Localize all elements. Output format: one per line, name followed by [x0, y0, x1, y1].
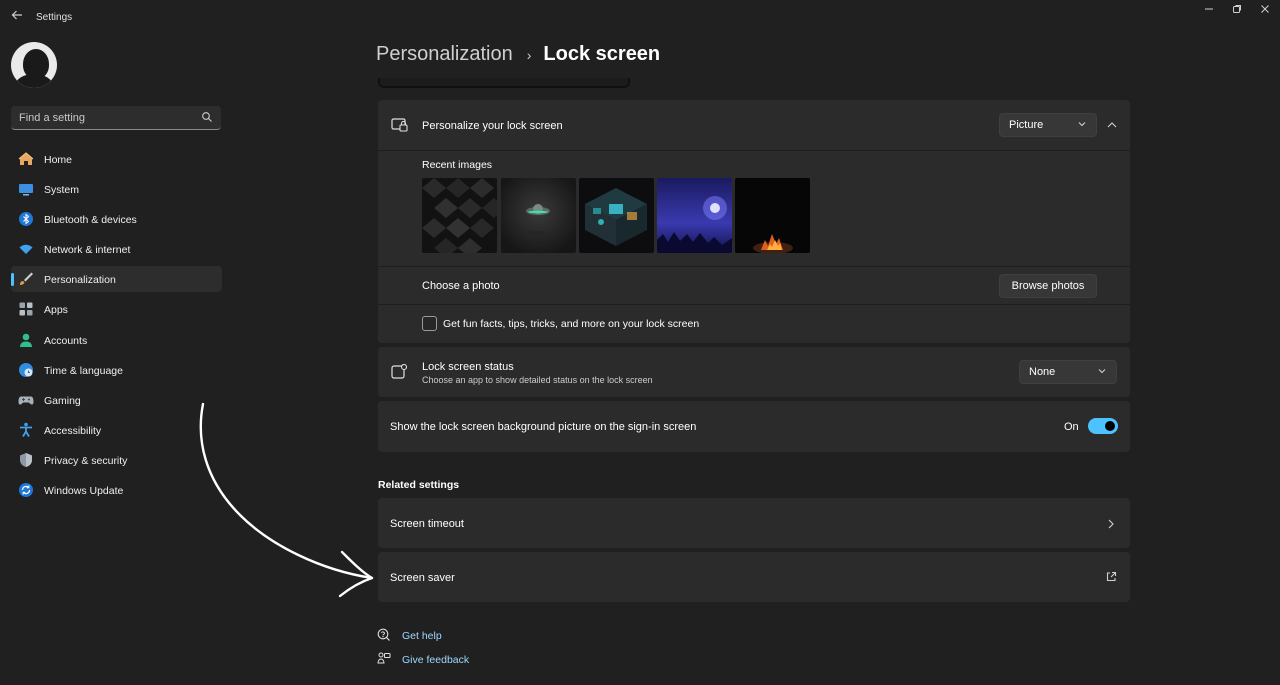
external-link-icon — [1106, 571, 1117, 582]
lock-screen-status-subtitle: Choose an app to show detailed status on… — [422, 375, 653, 385]
feedback-icon — [377, 652, 391, 664]
avatar[interactable] — [11, 42, 57, 88]
recent-images-label: Recent images — [422, 159, 493, 171]
sidebar-item-windows-update[interactable]: Windows Update — [11, 477, 222, 503]
monitor-icon — [19, 184, 33, 196]
signin-background-toggle[interactable] — [1088, 418, 1118, 434]
sidebar-item-time-language[interactable]: Time & language — [11, 357, 222, 383]
globe-clock-icon — [19, 362, 33, 377]
search-input[interactable] — [11, 106, 191, 129]
restore-icon[interactable] — [1230, 4, 1244, 18]
screen-saver-card[interactable] — [378, 552, 1130, 602]
sidebar-item-label: Bluetooth & devices — [44, 214, 137, 227]
dropdown-value: None — [1029, 366, 1056, 378]
app-title: Settings — [36, 12, 73, 23]
sidebar-item-label: System — [44, 184, 80, 197]
sidebar-item-accounts[interactable]: Accounts — [11, 327, 222, 353]
chevron-down-icon — [1078, 122, 1086, 127]
fun-facts-checkbox[interactable] — [422, 316, 437, 331]
update-icon — [19, 483, 33, 498]
divider — [378, 266, 1130, 267]
apps-icon — [19, 302, 33, 316]
toggle-state-label: On — [1064, 421, 1079, 433]
status-app-icon — [391, 364, 407, 379]
screen-timeout-label: Screen timeout — [390, 518, 464, 530]
title-bar: Settings — [0, 0, 1280, 36]
recent-image-thumbnail[interactable] — [501, 178, 576, 253]
sidebar-item-personalization[interactable]: Personalization — [11, 266, 222, 293]
home-icon — [18, 152, 34, 165]
sidebar-item-label: Network & internet — [44, 244, 131, 257]
choose-photo-label: Choose a photo — [422, 280, 500, 292]
fun-facts-label: Get fun facts, tips, tricks, and more on… — [443, 318, 700, 330]
recent-image-thumbnail[interactable] — [422, 178, 497, 253]
sidebar-item-label: Time & language — [44, 364, 123, 377]
sidebar-item-home[interactable]: Home — [11, 146, 222, 172]
brush-icon — [20, 272, 33, 286]
accessibility-icon — [20, 422, 32, 437]
sidebar-item-apps[interactable]: Apps — [11, 296, 222, 322]
personalize-title: Personalize your lock screen — [422, 120, 563, 132]
wifi-icon — [19, 245, 33, 255]
get-help-link[interactable]: Get help — [402, 630, 442, 642]
help-icon — [377, 628, 390, 641]
recent-image-thumbnail[interactable] — [579, 178, 654, 253]
breadcrumb: Personalization › Lock screen — [376, 43, 660, 66]
sidebar-item-label: Gaming — [44, 394, 81, 407]
sidebar-item-label: Accessibility — [44, 424, 102, 437]
sidebar-item-label: Privacy & security — [44, 454, 128, 467]
back-arrow-icon[interactable] — [8, 8, 26, 26]
signin-background-label: Show the lock screen background picture … — [390, 421, 697, 433]
bluetooth-icon — [19, 212, 33, 227]
minimize-icon[interactable] — [1202, 4, 1216, 18]
sidebar-item-label: Personalization — [44, 274, 116, 287]
shield-icon — [20, 452, 32, 467]
lock-screen-icon — [391, 118, 408, 132]
lock-screen-status-dropdown[interactable]: None — [1019, 360, 1117, 384]
dropdown-value: Picture — [1009, 119, 1044, 131]
breadcrumb-parent[interactable]: Personalization — [376, 43, 513, 66]
divider — [378, 150, 1130, 151]
search-icon[interactable] — [201, 111, 213, 123]
avatar-body — [15, 74, 53, 88]
sidebar-item-privacy-security[interactable]: Privacy & security — [11, 447, 222, 473]
browse-photos-button[interactable]: Browse photos — [999, 274, 1097, 298]
screen-saver-label: Screen saver — [390, 572, 455, 584]
sidebar-item-label: Home — [44, 154, 73, 166]
sidebar-item-network[interactable]: Network & internet — [11, 236, 222, 262]
sidebar-item-gaming[interactable]: Gaming — [11, 387, 222, 413]
screen-timeout-card[interactable] — [378, 498, 1130, 548]
lock-screen-type-dropdown[interactable]: Picture — [999, 113, 1097, 137]
sidebar-item-label: Apps — [44, 304, 68, 317]
preview-frame-edge — [378, 78, 630, 88]
person-icon — [20, 333, 32, 347]
lock-screen-status-title: Lock screen status — [422, 361, 514, 373]
related-settings-heading: Related settings — [378, 479, 460, 491]
chevron-right-icon — [1108, 519, 1114, 529]
page-title: Lock screen — [543, 43, 661, 65]
sidebar-nav: Home System Bluetooth & devices Network … — [11, 146, 222, 507]
sidebar-item-label: Windows Update — [44, 485, 124, 498]
sidebar-item-bluetooth[interactable]: Bluetooth & devices — [11, 206, 222, 232]
divider — [378, 304, 1130, 305]
close-icon[interactable] — [1258, 4, 1272, 18]
sidebar-item-system[interactable]: System — [11, 176, 222, 202]
chevron-up-icon[interactable] — [1106, 120, 1118, 130]
sidebar-item-accessibility[interactable]: Accessibility — [11, 417, 222, 443]
give-feedback-link[interactable]: Give feedback — [402, 654, 469, 666]
sidebar-item-label: Accounts — [44, 334, 88, 347]
recent-image-thumbnail[interactable] — [657, 178, 732, 253]
chevron-down-icon — [1098, 369, 1106, 374]
breadcrumb-separator: › — [526, 46, 532, 63]
recent-image-thumbnail[interactable] — [735, 178, 810, 253]
gamepad-icon — [18, 396, 34, 405]
search-box[interactable] — [11, 106, 221, 130]
